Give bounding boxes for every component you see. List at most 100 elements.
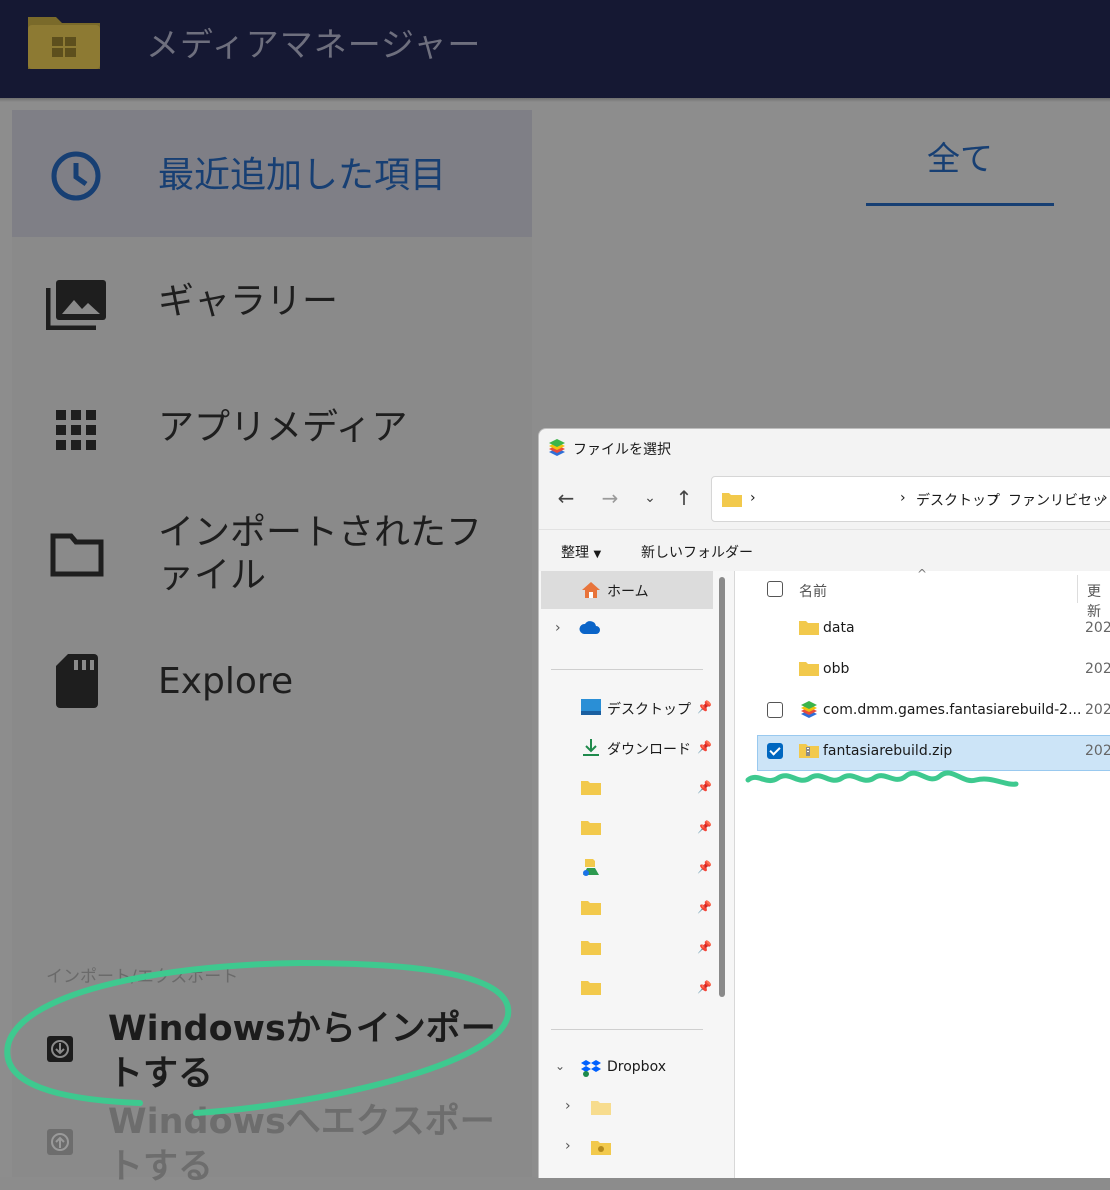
export-to-windows-button[interactable]: Windowsへエクスポートする bbox=[12, 1100, 532, 1187]
organize-label: 整理 bbox=[561, 545, 589, 561]
desktop-icon bbox=[581, 699, 601, 715]
tab-all[interactable]: 全て bbox=[866, 128, 1054, 206]
sidebar-item-imported-files[interactable]: インポートされたファイル bbox=[12, 505, 532, 615]
photo-library-icon bbox=[46, 280, 106, 330]
sidebar-item-label: インポートされたファイル bbox=[158, 512, 483, 597]
folder-icon bbox=[799, 662, 819, 676]
tree-item-folder[interactable]: 📌 bbox=[541, 769, 713, 807]
sidebar-item-label: Explore bbox=[158, 661, 294, 702]
sort-up-icon: ^ bbox=[917, 567, 928, 581]
folder-icon bbox=[581, 901, 601, 915]
file-row-obb[interactable]: obb 202 bbox=[757, 653, 1110, 687]
sidebar-item-explore[interactable]: Explore bbox=[12, 640, 532, 730]
pin-icon: 📌 bbox=[697, 860, 712, 874]
import-icon bbox=[47, 1036, 73, 1062]
tree-item-folder[interactable]: 📌 bbox=[541, 809, 713, 847]
app-header: メディアマネージャー bbox=[0, 0, 1110, 98]
header-shadow bbox=[0, 98, 1110, 102]
tree-item-desktop[interactable]: デスクトップ 📌 bbox=[541, 689, 713, 727]
file-date: 202 bbox=[1085, 620, 1110, 636]
tree-item-dropbox-folder[interactable]: › bbox=[541, 1129, 713, 1167]
file-name: obb bbox=[823, 661, 850, 677]
file-date: 202 bbox=[1085, 661, 1110, 677]
forward-button[interactable]: → bbox=[597, 485, 623, 511]
sidebar-item-app-media[interactable]: アプリメディア bbox=[12, 390, 532, 480]
recent-locations-button[interactable]: ⌄ bbox=[637, 485, 663, 511]
tree-item-downloads[interactable]: ダウンロード 📌 bbox=[541, 729, 713, 767]
file-date: 202 bbox=[1085, 743, 1110, 759]
import-from-windows-button[interactable]: Windowsからインポートする bbox=[12, 1005, 532, 1105]
divider bbox=[551, 1029, 703, 1030]
breadcrumb-separator: › bbox=[1102, 490, 1108, 506]
navigation-pane: ホーム › デスクトップ 📌 ダウンロード 📌 📌 📌 📌 📌 📌 📌 ⌄ Dr… bbox=[539, 571, 734, 1178]
address-bar[interactable]: › › デスクトップ › ファンリビセット › bbox=[711, 476, 1110, 522]
tab-underline bbox=[866, 203, 1054, 206]
file-name: data bbox=[823, 620, 855, 636]
download-icon bbox=[583, 739, 599, 756]
file-list: ^ 名前 更新 data 202 obb 202 com.dmm.games.f… bbox=[735, 567, 1110, 1178]
tree-item-folder[interactable]: 📌 bbox=[541, 929, 713, 967]
folder-icon bbox=[50, 533, 104, 577]
tree-item-dropbox-folder[interactable]: › bbox=[541, 1089, 713, 1127]
pin-icon: 📌 bbox=[697, 940, 712, 954]
pin-icon: 📌 bbox=[697, 780, 712, 794]
column-separator[interactable] bbox=[1077, 575, 1078, 603]
export-icon bbox=[47, 1129, 73, 1155]
organize-button[interactable]: 整理 ▼ bbox=[561, 542, 601, 562]
tree-label: ホーム bbox=[607, 584, 649, 600]
sd-card-icon bbox=[56, 654, 98, 708]
tree-label: ダウンロード bbox=[607, 742, 691, 758]
breadcrumb-desktop[interactable]: デスクトップ bbox=[916, 490, 1000, 510]
home-icon bbox=[582, 582, 600, 598]
breadcrumb-folder[interactable]: ファンリビセット bbox=[1008, 490, 1110, 510]
tab-label: 全て bbox=[927, 139, 993, 178]
breadcrumb-separator: › bbox=[993, 490, 999, 506]
clock-icon bbox=[51, 151, 101, 201]
file-row-apk[interactable]: com.dmm.games.fantasiarebuild-2... 202 bbox=[757, 694, 1110, 728]
file-checkbox-checked[interactable] bbox=[767, 743, 783, 759]
up-button[interactable]: ↑ bbox=[671, 485, 697, 511]
grid-icon bbox=[56, 410, 96, 450]
folder-icon bbox=[581, 781, 601, 795]
select-all-checkbox[interactable] bbox=[767, 581, 783, 597]
folder-icon bbox=[799, 621, 819, 635]
navigation-scrollbar[interactable] bbox=[719, 577, 725, 997]
tree-item-dropbox[interactable]: ⌄ Dropbox bbox=[541, 1049, 713, 1087]
dialog-title: ファイルを選択 bbox=[573, 442, 671, 458]
pin-icon: 📌 bbox=[697, 700, 712, 714]
folder-windows-logo-icon bbox=[28, 17, 100, 69]
tree-item-folder[interactable]: 📌 bbox=[541, 889, 713, 927]
sidebar-item-label: 最近追加した項目 bbox=[158, 155, 447, 196]
file-row-data[interactable]: data 202 bbox=[757, 612, 1110, 646]
breadcrumb-separator: › bbox=[900, 490, 906, 506]
file-checkbox[interactable] bbox=[767, 702, 783, 718]
folder-icon bbox=[591, 1101, 611, 1115]
back-button[interactable]: ← bbox=[553, 485, 579, 511]
sidebar-item-recent[interactable]: 最近追加した項目 bbox=[12, 110, 532, 237]
file-row-zip[interactable]: fantasiarebuild.zip 202 bbox=[757, 735, 1110, 771]
bluestacks-apk-icon bbox=[801, 701, 817, 718]
tree-item-home[interactable]: ホーム bbox=[541, 571, 713, 609]
pin-icon: 📌 bbox=[697, 900, 712, 914]
tree-item-folder[interactable]: 📌 bbox=[541, 969, 713, 1007]
column-header-name[interactable]: 名前 bbox=[799, 581, 827, 601]
pin-icon: 📌 bbox=[697, 820, 712, 834]
pin-icon: 📌 bbox=[697, 980, 712, 994]
new-folder-button[interactable]: 新しいフォルダー bbox=[641, 542, 753, 562]
section-header-import-export: インポート/エクスポート bbox=[46, 967, 239, 987]
onedrive-icon bbox=[579, 621, 600, 634]
tree-item-onedrive[interactable]: › bbox=[541, 611, 713, 649]
chevron-right-icon: › bbox=[555, 620, 561, 636]
file-date: 202 bbox=[1085, 702, 1110, 718]
divider bbox=[551, 669, 703, 670]
folder-icon bbox=[722, 493, 742, 507]
command-bar: 整理 ▼ 新しいフォルダー bbox=[539, 529, 1110, 573]
tree-item-drive-folder[interactable]: 📌 bbox=[541, 849, 713, 887]
sidebar-item-label: アプリメディア bbox=[158, 407, 408, 448]
sidebar-item-gallery[interactable]: ギャラリー bbox=[12, 262, 532, 352]
tree-label: Dropbox bbox=[607, 1059, 666, 1075]
dropbox-icon bbox=[581, 1060, 601, 1077]
shared-folder-icon bbox=[591, 1141, 611, 1155]
file-name: com.dmm.games.fantasiarebuild-2... bbox=[823, 702, 1082, 718]
dropdown-arrow-icon: ▼ bbox=[593, 549, 602, 560]
